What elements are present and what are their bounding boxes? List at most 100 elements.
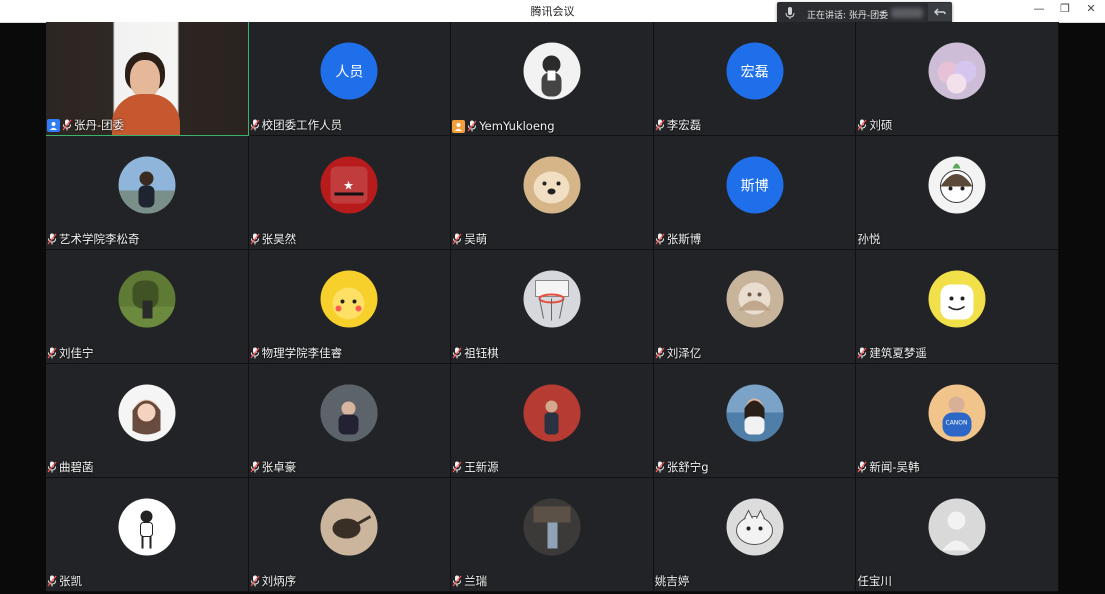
avatar-initials: 人员 bbox=[335, 64, 364, 80]
avatar bbox=[320, 270, 378, 328]
avatar-initials: 斯博 bbox=[740, 178, 769, 194]
participant-tile[interactable]: 任宝川 bbox=[856, 478, 1059, 592]
participant-name: 刘炳序 bbox=[261, 574, 297, 588]
participant-label: 祖钰棋 bbox=[452, 345, 499, 361]
participant-label: 孙悦 bbox=[857, 231, 880, 247]
microphone-icon bbox=[452, 575, 462, 587]
close-button[interactable]: ✕ bbox=[1085, 2, 1097, 15]
participant-label: 刘佳宁 bbox=[47, 345, 94, 361]
participant-tile[interactable]: 张舒宁g bbox=[653, 364, 857, 478]
avatar bbox=[320, 498, 378, 556]
participant-name: 李宏磊 bbox=[666, 118, 702, 132]
participant-tile[interactable]: 曲碧菡 bbox=[46, 364, 249, 478]
participant-name: 张凯 bbox=[59, 574, 82, 588]
participant-tile[interactable]: 建筑夏梦遥 bbox=[856, 250, 1059, 364]
host-badge-icon bbox=[47, 118, 60, 132]
avatar-image bbox=[523, 384, 581, 442]
svg-text:CANON: CANON bbox=[946, 420, 968, 427]
participant-name: 新闻-吴韩 bbox=[869, 460, 920, 474]
participant-name: 孙悦 bbox=[857, 232, 881, 246]
participant-tile[interactable]: 人员 校团委工作人员 bbox=[248, 22, 452, 136]
microphone-icon bbox=[250, 575, 260, 587]
avatar: 人员 bbox=[320, 42, 378, 100]
avatar bbox=[523, 156, 581, 214]
avatar bbox=[928, 498, 986, 556]
avatar: CANON bbox=[928, 384, 986, 442]
avatar bbox=[928, 156, 986, 214]
avatar-image bbox=[928, 42, 986, 100]
participant-label: 建筑夏梦遥 bbox=[857, 345, 927, 361]
avatar-image bbox=[320, 270, 378, 328]
participant-name: 吴萌 bbox=[464, 232, 488, 246]
participant-tile[interactable]: 祖钰棋 bbox=[451, 250, 654, 364]
avatar-image: CANON bbox=[928, 384, 986, 442]
participant-tile[interactable]: 物理学院李佳睿 bbox=[248, 250, 452, 364]
microphone-icon bbox=[452, 233, 462, 245]
participant-label: 艺术学院李松奇 bbox=[47, 231, 140, 247]
cohost-badge-icon bbox=[452, 119, 466, 133]
avatar-initials: 宏磊 bbox=[740, 64, 769, 80]
participant-tile[interactable]: 吴萌 bbox=[451, 136, 654, 250]
avatar bbox=[523, 498, 581, 556]
undo-icon bbox=[934, 8, 946, 16]
microphone-icon bbox=[452, 347, 462, 359]
participant-tile[interactable]: 刘泽亿 bbox=[653, 250, 857, 364]
participant-tile[interactable]: 刘硕 bbox=[856, 22, 1059, 136]
participant-tile[interactable]: CANON 新闻-吴韩 bbox=[856, 364, 1059, 478]
participant-tile[interactable]: 艺术学院李松奇 bbox=[46, 136, 249, 250]
restore-button[interactable]: ❐ bbox=[1059, 2, 1071, 15]
avatar bbox=[118, 384, 176, 442]
participant-label: 刘炳序 bbox=[250, 573, 297, 589]
microphone-icon bbox=[250, 461, 260, 473]
avatar-image bbox=[320, 384, 378, 442]
svg-text:★: ★ bbox=[344, 179, 355, 193]
avatar: ★ bbox=[320, 156, 378, 214]
avatar-image bbox=[523, 498, 581, 556]
participant-tile[interactable]: 孙悦 bbox=[856, 136, 1059, 250]
participant-name: 姚吉婷 bbox=[654, 574, 690, 588]
participant-tile[interactable]: YemYukloeng bbox=[451, 22, 654, 136]
participant-tile[interactable]: 张凯 bbox=[46, 478, 249, 592]
participant-label: 物理学院李佳睿 bbox=[250, 345, 342, 361]
microphone-icon bbox=[452, 461, 462, 473]
undo-button[interactable] bbox=[928, 3, 952, 21]
avatar-image bbox=[523, 42, 581, 100]
avatar bbox=[523, 42, 581, 100]
participant-name: 刘泽亿 bbox=[666, 346, 702, 360]
participant-tile[interactable]: 宏磊 李宏磊 bbox=[653, 22, 857, 136]
avatar bbox=[118, 498, 176, 556]
microphone-icon bbox=[857, 461, 867, 473]
microphone-icon bbox=[47, 233, 57, 245]
microphone-icon bbox=[467, 120, 477, 132]
avatar-image bbox=[928, 270, 986, 328]
participant-tile[interactable]: 张丹-团委 bbox=[46, 22, 249, 136]
minimize-button[interactable]: — bbox=[1033, 2, 1045, 15]
participant-name: YemYukloeng bbox=[479, 119, 555, 133]
participant-tile[interactable]: ★ 张昊然 bbox=[248, 136, 452, 250]
participant-label: 任宝川 bbox=[857, 573, 892, 589]
avatar-image bbox=[523, 156, 581, 214]
participant-tile[interactable]: 刘佳宁 bbox=[46, 250, 249, 364]
participant-name: 艺术学院李松奇 bbox=[59, 232, 140, 246]
participant-label: 兰瑞 bbox=[452, 573, 487, 589]
participant-tile[interactable]: 张卓豪 bbox=[248, 364, 452, 478]
participant-name: 任宝川 bbox=[857, 574, 892, 588]
microphone-icon bbox=[62, 119, 72, 131]
participant-name: 张斯博 bbox=[666, 232, 702, 246]
microphone-icon bbox=[250, 119, 260, 131]
blur-mask bbox=[891, 8, 923, 18]
avatar-image bbox=[118, 498, 176, 556]
participant-tile[interactable]: 姚吉婷 bbox=[653, 478, 857, 592]
participant-tile[interactable]: 刘炳序 bbox=[248, 478, 452, 592]
microphone-icon bbox=[47, 461, 57, 473]
microphone-icon bbox=[655, 461, 665, 473]
avatar bbox=[928, 42, 986, 100]
participant-label: 刘硕 bbox=[857, 117, 892, 133]
participant-name: 刘佳宁 bbox=[59, 346, 94, 360]
participant-label: YemYukloeng bbox=[452, 119, 555, 133]
microphone-icon bbox=[785, 7, 795, 19]
participant-tile[interactable]: 兰瑞 bbox=[451, 478, 654, 592]
participant-name: 建筑夏梦遥 bbox=[869, 346, 927, 360]
participant-tile[interactable]: 斯博 张斯博 bbox=[653, 136, 857, 250]
participant-tile[interactable]: 王新源 bbox=[451, 364, 654, 478]
